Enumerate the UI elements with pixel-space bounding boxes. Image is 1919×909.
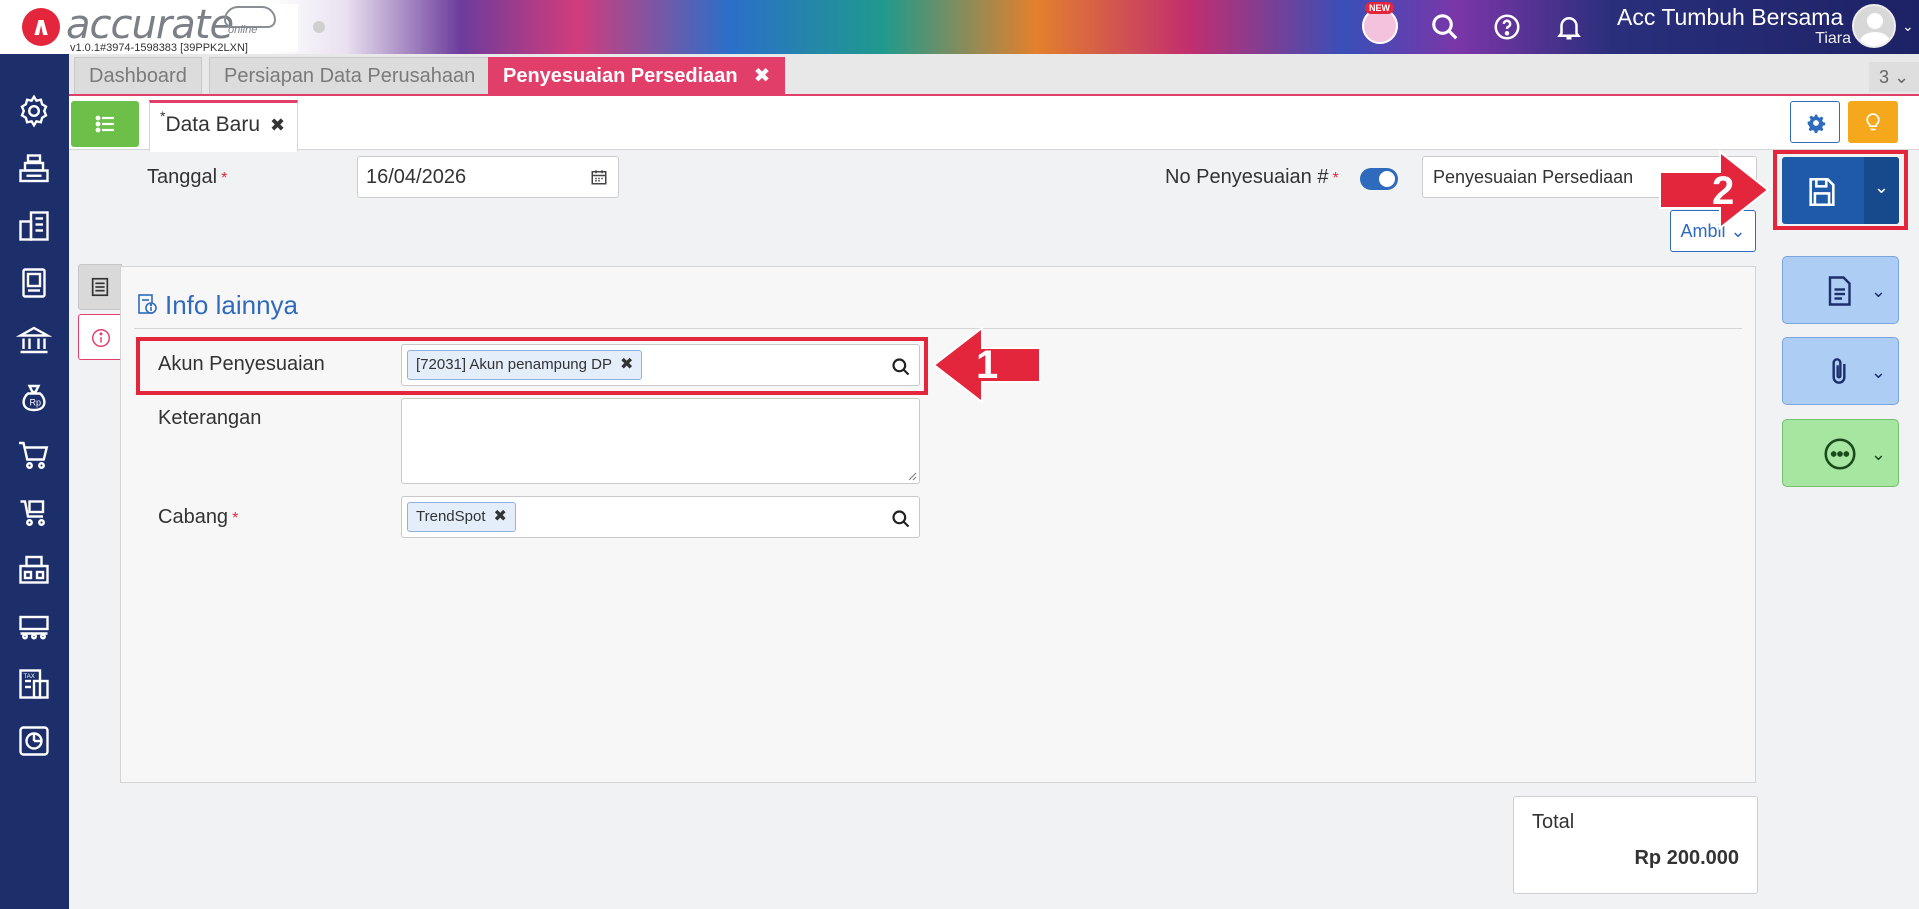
resize-handle-icon[interactable] — [907, 471, 917, 481]
akun-chip: [72031] Akun penampung DP ✖ — [407, 350, 643, 380]
akun-penyesuaian-label: Akun Penyesuaian — [158, 353, 325, 375]
document-lines-icon — [91, 277, 109, 297]
info-icon — [92, 329, 110, 347]
search-icon[interactable] — [891, 357, 911, 377]
cabang-chip-label: TrendSpot — [416, 508, 486, 525]
tab-count: 3 — [1878, 67, 1889, 87]
search-icon[interactable] — [891, 509, 911, 529]
info-tab[interactable] — [78, 314, 122, 360]
gear-icon — [1807, 114, 1826, 133]
tips-button[interactable] — [1848, 101, 1898, 143]
svg-text:Rp: Rp — [30, 398, 42, 408]
save-floppy-icon — [1809, 177, 1835, 207]
search-icon[interactable] — [1430, 12, 1460, 42]
settings-gear-icon[interactable] — [16, 93, 52, 129]
ledger-book-icon[interactable] — [16, 265, 52, 301]
tab-label: Dashboard — [89, 65, 187, 87]
chevron-down-icon: ⌄ — [1870, 444, 1886, 464]
save-options-dropdown[interactable]: ⌄ — [1864, 157, 1899, 224]
accurate-logo[interactable]: ∧ accurate online v1.0.1#3974-1598383 [3… — [18, 2, 298, 54]
list-view-button[interactable] — [71, 101, 139, 147]
cash-register-icon[interactable] — [16, 151, 52, 187]
no-penyesuaian-label: No Penyesuaian # * — [1165, 166, 1339, 188]
tanggal-label: Tanggal * — [147, 166, 228, 188]
document-icon — [1828, 276, 1851, 306]
detail-tab[interactable] — [78, 264, 122, 310]
left-sidebar: Rp TAX — [0, 54, 69, 909]
info-document-icon — [138, 294, 157, 314]
logo-subtext: online — [228, 24, 258, 36]
more-dots-icon — [1824, 438, 1856, 470]
top-header: ∧ accurate online v1.0.1#3974-1598383 [3… — [0, 0, 1919, 54]
attachment-button[interactable]: ⌄ — [1782, 337, 1899, 405]
user-name: Tiara — [1815, 30, 1851, 47]
chevron-down-icon[interactable]: ⌄ — [1902, 18, 1914, 35]
module-tab-bar: Dashboard Persiapan Data Perusahaan Peny… — [69, 54, 1919, 96]
warehouse-icon[interactable] — [16, 551, 52, 587]
production-icon[interactable] — [16, 608, 52, 644]
auto-number-toggle[interactable] — [1360, 168, 1398, 190]
svg-text:TAX: TAX — [24, 674, 35, 680]
bank-icon[interactable] — [16, 322, 52, 358]
subtab-label: Data Baru — [165, 113, 261, 136]
tab-count-dropdown[interactable]: 3 ⌄ — [1869, 62, 1919, 92]
tanggal-date-field[interactable]: 16/04/2026 — [357, 156, 619, 198]
section-title: Info lainnya — [135, 290, 298, 321]
tab-label: Persiapan Data Perusahaan — [224, 65, 476, 87]
akun-penyesuaian-field[interactable]: [72031] Akun penampung DP ✖ — [401, 344, 920, 386]
tax-document-icon[interactable]: TAX — [16, 666, 52, 702]
no-penyesuaian-value: Penyesuaian Persediaan — [1433, 167, 1634, 187]
cabang-field[interactable]: TrendSpot ✖ — [401, 496, 920, 538]
status-dot — [313, 21, 325, 33]
section-title-text: Info lainnya — [165, 290, 298, 320]
total-label: Total — [1532, 811, 1575, 833]
total-value: Rp 200.000 — [1634, 847, 1739, 869]
print-document-button[interactable]: ⌄ — [1782, 256, 1899, 324]
keterangan-label: Keterangan — [158, 407, 262, 429]
chevron-down-icon: ⌄ — [1870, 362, 1886, 382]
svg-text:2: 2 — [1712, 169, 1734, 213]
money-bag-icon[interactable]: Rp — [16, 380, 52, 416]
keterangan-textarea[interactable] — [401, 398, 920, 484]
building-icon[interactable] — [16, 208, 52, 244]
remove-chip-icon[interactable]: ✖ — [494, 508, 507, 525]
chevron-down-icon: ⌄ — [1873, 177, 1889, 197]
notification-bell-icon[interactable] — [1554, 12, 1584, 42]
remove-chip-icon[interactable]: ✖ — [620, 356, 633, 373]
tab-persiapan-data[interactable]: Persiapan Data Perusahaan — [209, 57, 491, 94]
close-icon[interactable]: ✖ — [754, 65, 771, 87]
total-summary: Total Rp 200.000 — [1513, 796, 1758, 894]
version-text: v1.0.1#3974-1598383 [39PPK2LXN] — [70, 42, 248, 54]
sub-tab-bar: *Data Baru ✖ — [69, 96, 1919, 152]
company-name[interactable]: Acc Tumbuh Bersama — [1617, 4, 1843, 31]
tab-data-baru[interactable]: *Data Baru ✖ — [149, 100, 298, 152]
more-actions-button[interactable]: ⌄ — [1782, 419, 1899, 487]
paperclip-icon — [1832, 358, 1846, 384]
akun-chip-label: [72031] Akun penampung DP — [416, 356, 612, 373]
tanggal-value: 16/04/2026 — [366, 166, 467, 188]
accurate-logo-mark: ∧ — [22, 8, 60, 46]
annotation-arrow-1: 1 — [932, 326, 1041, 404]
help-icon[interactable] — [1492, 12, 1522, 42]
purchase-cart-icon[interactable] — [16, 494, 52, 530]
annotation-arrow-2: 2 — [1659, 150, 1770, 230]
new-badge: NEW — [1365, 2, 1394, 14]
list-icon — [95, 115, 114, 133]
report-chart-icon[interactable] — [16, 723, 52, 759]
tab-penyesuaian-persediaan[interactable]: Penyesuaian Persediaan ✖ — [488, 57, 786, 94]
lightbulb-icon — [1866, 113, 1880, 131]
shopping-cart-icon[interactable] — [16, 437, 52, 473]
svg-text:1: 1 — [976, 343, 998, 387]
user-avatar[interactable] — [1852, 4, 1896, 48]
tab-label: Penyesuaian Persediaan — [503, 65, 738, 87]
tab-dashboard[interactable]: Dashboard — [74, 57, 202, 94]
cabang-chip: TrendSpot ✖ — [407, 502, 516, 532]
form-settings-button[interactable] — [1790, 101, 1840, 143]
cabang-label: Cabang * — [158, 506, 239, 528]
chevron-down-icon: ⌄ — [1870, 281, 1886, 301]
close-icon[interactable]: ✖ — [270, 115, 285, 135]
calendar-icon[interactable] — [590, 168, 608, 186]
